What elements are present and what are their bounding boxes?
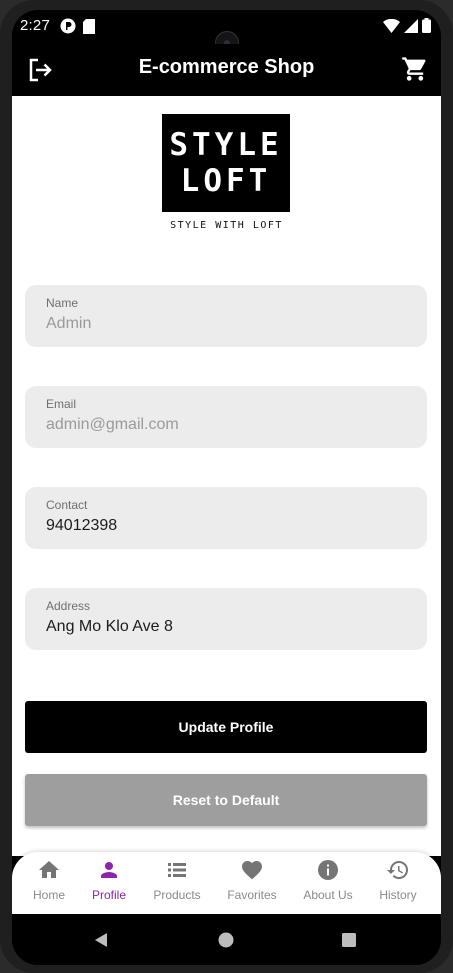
person-icon: [101, 862, 117, 878]
heart-icon: [242, 861, 262, 880]
back-icon: [95, 933, 107, 947]
nav-item-history[interactable]: History: [363, 858, 433, 902]
nav-label-favorites: Favorites: [227, 888, 277, 902]
name-value: Admin: [46, 315, 92, 332]
address-value: Ang Mo Klo Ave 8: [46, 618, 173, 635]
contact-value: 94012398: [46, 517, 118, 534]
cell-signal-icon: [404, 18, 418, 33]
system-navigation-bar: [12, 914, 441, 965]
notification-app-icon: [60, 18, 76, 34]
style-loft-logo: STYLE LOFT: [162, 114, 290, 212]
system-back-button[interactable]: [92, 930, 112, 950]
cart-button[interactable]: [401, 55, 429, 83]
email-label: Email: [46, 397, 77, 411]
email-value: admin@gmail.com: [46, 416, 179, 433]
contact-label: Contact: [46, 498, 88, 512]
nav-label-history: History: [379, 888, 417, 902]
shopping-cart-icon: [402, 57, 426, 81]
system-recents-button[interactable]: [339, 930, 359, 950]
logo-line-1: STYLE: [169, 127, 283, 163]
app-title: E-commerce Shop: [138, 56, 315, 78]
sd-card-icon: [83, 18, 95, 34]
profile-content: STYLE LOFT STYLE WITH LOFT Name Admin Em…: [12, 96, 441, 856]
info-icon: [318, 860, 338, 880]
address-field[interactable]: Address Ang Mo Klo Ave 8: [25, 588, 427, 650]
battery-icon: [422, 18, 431, 33]
name-label: Name: [46, 296, 79, 310]
logo-line-2: LOFT: [180, 163, 272, 199]
wifi-icon: [383, 18, 400, 33]
nav-item-profile[interactable]: Profile: [74, 858, 144, 902]
update-profile-button[interactable]: Update Profile: [25, 701, 427, 753]
home-icon: [39, 861, 59, 878]
nav-item-favorites[interactable]: Favorites: [217, 858, 287, 902]
contact-field[interactable]: Contact 94012398: [25, 487, 427, 549]
list-icon: [168, 863, 186, 877]
device-frame: 2:27 E-commerce Shop STYLE LOFT STYLE WI…: [0, 0, 453, 973]
nav-item-products[interactable]: Products: [142, 858, 212, 902]
logo-tagline: STYLE WITH LOFT: [170, 220, 283, 231]
nav-item-about-us[interactable]: About Us: [293, 858, 363, 902]
home-circle-icon: [218, 932, 234, 948]
reset-to-default-button[interactable]: Reset to Default: [25, 774, 427, 826]
history-icon: [387, 861, 408, 879]
nav-label-profile: Profile: [91, 888, 126, 902]
name-field[interactable]: Name Admin: [25, 285, 427, 347]
nav-label-about-us: About Us: [303, 888, 353, 902]
app-bar: E-commerce Shop: [12, 44, 441, 96]
nav-label-products: Products: [153, 888, 201, 902]
status-time: 2:27: [20, 17, 50, 34]
phone-screen: 2:27 E-commerce Shop STYLE LOFT STYLE WI…: [12, 10, 441, 965]
email-field[interactable]: Email admin@gmail.com: [25, 386, 427, 448]
bottom-navigation: Home Profile Products Favorites About Us…: [12, 852, 441, 914]
address-label: Address: [46, 599, 91, 613]
system-home-button[interactable]: [216, 930, 236, 950]
recents-icon: [342, 933, 356, 947]
